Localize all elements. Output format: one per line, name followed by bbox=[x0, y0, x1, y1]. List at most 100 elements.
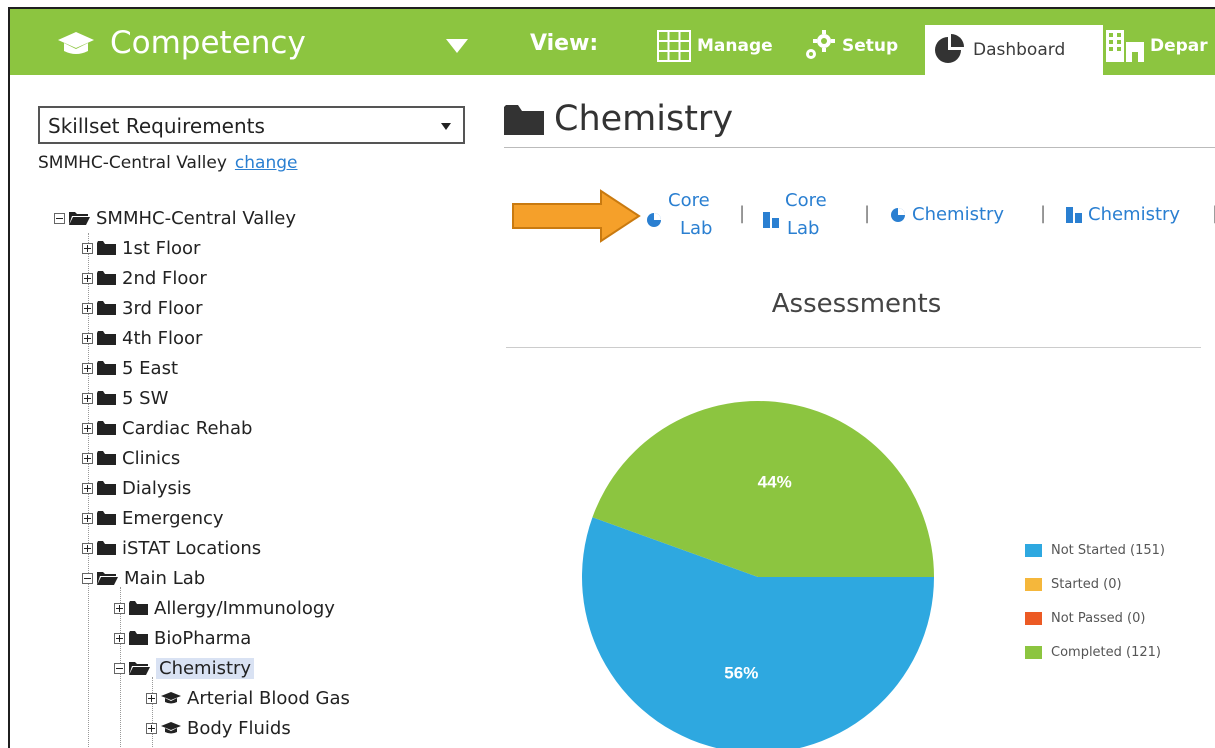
tree-node-location[interactable]: iSTAT Locations bbox=[82, 535, 261, 561]
chevron-down-icon[interactable] bbox=[446, 39, 468, 53]
tree-node-location[interactable]: 3rd Floor bbox=[82, 295, 202, 321]
collapse-toggle[interactable] bbox=[82, 572, 93, 584]
tree-node-department[interactable]: Allergy/Immunology bbox=[114, 595, 335, 621]
tree-node-label: Emergency bbox=[122, 507, 224, 529]
tree-node-location[interactable]: 5 East bbox=[82, 355, 178, 381]
folder-icon bbox=[97, 481, 116, 495]
legend-swatch bbox=[1025, 577, 1042, 591]
app-frame: Competency View: Manage Setup Dashboard … bbox=[8, 7, 1215, 748]
legend-label: Not Started (151) bbox=[1051, 542, 1166, 558]
folder-icon bbox=[97, 541, 116, 555]
tree-node-label: 1st Floor bbox=[122, 237, 201, 259]
legend-item[interactable]: Started (0) bbox=[1025, 567, 1165, 601]
expand-toggle[interactable] bbox=[82, 242, 93, 254]
graduation-cap-icon bbox=[161, 722, 181, 734]
expand-toggle[interactable] bbox=[82, 482, 93, 494]
tree-node-label: BioPharma bbox=[154, 627, 252, 649]
folder-icon bbox=[97, 301, 116, 315]
tree-node-department[interactable]: Chemistry bbox=[114, 655, 255, 681]
folder-icon bbox=[97, 331, 116, 345]
legend-item[interactable]: Completed (121) bbox=[1025, 635, 1165, 669]
nav-setup[interactable]: Setup bbox=[802, 23, 898, 69]
top-navigation-bar: Competency View: Manage Setup Dashboard … bbox=[10, 9, 1215, 75]
chart-legend: Not Started (151) Started (0) Not Passed (… bbox=[1025, 533, 1165, 669]
pie-slice-label: 56% bbox=[724, 663, 758, 682]
tree-node-location[interactable]: Cardiac Rehab bbox=[82, 415, 252, 441]
tree-node-label: Allergy/Immunology bbox=[154, 597, 335, 619]
folder-icon bbox=[97, 241, 116, 255]
tree-node-location[interactable]: Main Lab bbox=[82, 565, 205, 591]
tree-node-root[interactable]: SMMHC-Central Valley bbox=[54, 205, 296, 231]
tree-node-label: Clinics bbox=[122, 447, 181, 469]
tree-node-label: Arterial Blood Gas bbox=[187, 687, 350, 709]
tree-node-label: Dialysis bbox=[122, 477, 192, 499]
collapse-toggle[interactable] bbox=[54, 212, 65, 224]
expand-toggle[interactable] bbox=[82, 422, 93, 434]
folder-icon bbox=[97, 511, 116, 525]
expand-toggle[interactable] bbox=[82, 272, 93, 284]
folder-icon bbox=[129, 631, 148, 645]
expand-toggle[interactable] bbox=[114, 602, 125, 614]
nav-department[interactable]: Depar bbox=[1106, 23, 1208, 69]
pie-chart-icon bbox=[935, 34, 964, 63]
tree-node-location[interactable]: 4th Floor bbox=[82, 325, 202, 351]
tree-node-label: Main Lab bbox=[124, 567, 206, 589]
expand-toggle[interactable] bbox=[82, 452, 93, 464]
tree-node-location[interactable]: Dialysis bbox=[82, 475, 191, 501]
folder-icon bbox=[97, 391, 116, 405]
tree-node-skillset[interactable]: Body Fluids bbox=[146, 715, 291, 741]
nav-setup-label: Setup bbox=[842, 36, 899, 56]
expand-toggle[interactable] bbox=[146, 692, 157, 704]
pie-slice-label: 44% bbox=[758, 473, 792, 492]
building-icon bbox=[1106, 30, 1144, 62]
tree-node-label: 3rd Floor bbox=[122, 297, 203, 319]
sidebar: Skillset Requirements SMMHC-Central Vall… bbox=[10, 75, 480, 748]
gears-icon bbox=[806, 30, 835, 59]
expand-toggle[interactable] bbox=[82, 362, 93, 374]
tree-node-label: iSTAT Locations bbox=[122, 537, 262, 559]
folder-icon bbox=[97, 271, 116, 285]
tree-node-label: SMMHC-Central Valley bbox=[96, 207, 297, 229]
expand-toggle[interactable] bbox=[82, 512, 93, 524]
tree-node-label: 2nd Floor bbox=[122, 267, 207, 289]
nav-manage[interactable]: Manage bbox=[657, 23, 773, 69]
tree-node-location[interactable]: 2nd Floor bbox=[82, 265, 207, 291]
expand-toggle[interactable] bbox=[82, 542, 93, 554]
graduation-cap-icon bbox=[161, 692, 181, 704]
folder-open-icon bbox=[129, 662, 150, 675]
app-title-label: Competency bbox=[110, 25, 306, 61]
legend-swatch bbox=[1025, 611, 1042, 625]
folder-icon bbox=[97, 451, 116, 465]
folder-open-icon bbox=[97, 572, 118, 585]
tree-node-department[interactable]: BioPharma bbox=[114, 625, 251, 651]
expand-toggle[interactable] bbox=[82, 392, 93, 404]
nav-dashboard[interactable]: Dashboard bbox=[925, 25, 1103, 75]
tree-node-location[interactable]: 1st Floor bbox=[82, 235, 200, 261]
location-tree: SMMHC-Central Valley 1st Floor 2nd Floor 3r… bbox=[10, 75, 480, 748]
folder-icon bbox=[97, 361, 116, 375]
folder-icon bbox=[129, 601, 148, 615]
expand-toggle[interactable] bbox=[146, 722, 157, 734]
collapse-toggle[interactable] bbox=[114, 662, 125, 674]
grid-icon bbox=[657, 30, 691, 62]
nav-dashboard-label: Dashboard bbox=[973, 40, 1066, 60]
expand-toggle[interactable] bbox=[82, 332, 93, 344]
expand-toggle[interactable] bbox=[82, 302, 93, 314]
tree-node-skillset[interactable]: Arterial Blood Gas bbox=[146, 685, 350, 711]
folder-icon bbox=[97, 421, 116, 435]
legend-label: Completed (121) bbox=[1051, 644, 1161, 660]
expand-toggle[interactable] bbox=[114, 632, 125, 644]
tree-node-label: 5 East bbox=[122, 357, 179, 379]
legend-swatch bbox=[1025, 543, 1042, 557]
app-title[interactable]: Competency bbox=[56, 21, 306, 65]
tree-node-location[interactable]: Clinics bbox=[82, 445, 180, 471]
graduation-cap-icon bbox=[58, 32, 94, 54]
legend-item[interactable]: Not Started (151) bbox=[1025, 533, 1165, 567]
main-content: Chemistry Core Lab | Core Lab | Chemistr… bbox=[496, 75, 1215, 748]
legend-label: Not Passed (0) bbox=[1051, 610, 1146, 626]
legend-item[interactable]: Not Passed (0) bbox=[1025, 601, 1165, 635]
nav-manage-label: Manage bbox=[697, 36, 773, 56]
tree-node-location[interactable]: Emergency bbox=[82, 505, 224, 531]
tree-node-label: Chemistry bbox=[156, 657, 255, 679]
tree-node-location[interactable]: 5 SW bbox=[82, 385, 168, 411]
